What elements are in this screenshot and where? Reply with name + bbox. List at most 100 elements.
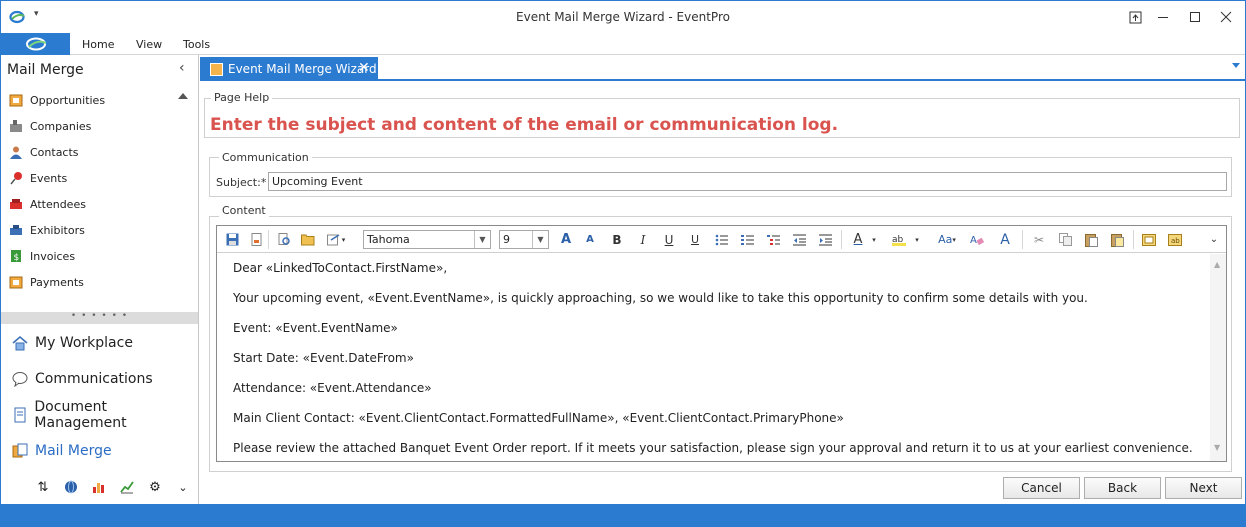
editor-body[interactable]: Dear «LinkedToContact.FirstName», Your u… <box>217 254 1209 461</box>
nav-item-label: Invoices <box>30 249 76 263</box>
toolbar-overflow-chevron-icon[interactable]: ⌄ <box>1205 231 1223 248</box>
maximize-icon[interactable] <box>1183 6 1207 28</box>
body-paragraph: Main Client Contact: «Event.ClientContac… <box>233 411 844 425</box>
opportunities-icon <box>8 92 24 108</box>
tab-list-dropdown-icon[interactable] <box>1232 63 1240 68</box>
attendees-icon <box>8 196 24 212</box>
app-window: ▾ Event Mail Merge Wizard - EventPro Hom… <box>0 0 1246 527</box>
change-case-icon[interactable]: Aa ▾ <box>933 231 961 248</box>
save-icon[interactable] <box>223 231 241 248</box>
double-underline-icon[interactable]: U <box>686 231 704 248</box>
font-color-icon[interactable]: A <box>849 231 867 248</box>
svg-text:ab: ab <box>1171 237 1180 245</box>
nav-item-contacts[interactable]: Contacts <box>8 142 79 162</box>
status-bar <box>1 504 1245 526</box>
open-folder-icon[interactable] <box>299 231 317 248</box>
insert-field-dropdown-icon[interactable]: ▾ <box>323 231 349 248</box>
print-preview-icon[interactable] <box>247 231 265 248</box>
body-paragraph: Dear «LinkedToContact.FirstName», <box>233 261 448 275</box>
next-button[interactable]: Next <box>1165 477 1242 499</box>
font-name-combo[interactable]: Tahoma ▼ <box>363 230 491 249</box>
highlight-dropdown-icon[interactable]: ▾ <box>912 231 922 248</box>
workspace-label: Communications <box>35 371 153 387</box>
back-button[interactable]: Back <box>1084 477 1161 499</box>
nav-item-exhibitors[interactable]: Exhibitors <box>8 220 85 240</box>
font-size-combo[interactable]: 9 ▼ <box>499 230 549 249</box>
shrink-font-icon[interactable]: A <box>581 231 599 248</box>
rich-text-editor: ▾ Tahoma ▼ 9 ▼ A A B I U U A ▾ ab ▾ Aa ▾… <box>216 225 1227 462</box>
invoices-icon: $ <box>8 248 24 264</box>
paste-special-icon[interactable] <box>1108 231 1126 248</box>
copy-icon[interactable] <box>1056 231 1074 248</box>
multilevel-list-icon[interactable] <box>764 231 782 248</box>
chevron-down-icon[interactable]: ▼ <box>532 231 548 248</box>
nav-item-label: Contacts <box>30 145 79 159</box>
close-icon[interactable] <box>1214 6 1238 28</box>
settings-gear-icon[interactable]: ⚙ <box>147 479 163 495</box>
workspace-label: My Workplace <box>35 335 133 351</box>
navigation-pane: Mail Merge ‹ Opportunities Companies Con… <box>1 55 199 504</box>
nav-item-companies[interactable]: Companies <box>8 116 91 136</box>
title-bar: ▾ Event Mail Merge Wizard - EventPro <box>1 1 1245 33</box>
font-dialog-icon[interactable]: A <box>996 231 1014 248</box>
wizard-tab-icon <box>210 62 223 76</box>
ribbon-tab-tools[interactable]: Tools <box>183 38 210 51</box>
paste-icon[interactable] <box>1082 231 1100 248</box>
eventpro-file-logo-icon <box>26 37 47 51</box>
workspace-mail-merge[interactable]: Mail Merge <box>11 439 112 463</box>
grow-font-icon[interactable]: A <box>557 231 575 248</box>
cut-icon[interactable]: ✂ <box>1030 231 1048 248</box>
content-group-label: Content <box>219 204 269 217</box>
restore-layout-icon[interactable] <box>1123 6 1147 28</box>
scroll-up-icon[interactable]: ▲ <box>1214 260 1220 269</box>
increase-indent-icon[interactable] <box>816 231 834 248</box>
nav-item-attendees[interactable]: Attendees <box>8 194 86 214</box>
font-color-dropdown-icon[interactable]: ▾ <box>869 231 879 248</box>
scroll-down-icon[interactable]: ▼ <box>1214 443 1220 452</box>
nav-item-label: Payments <box>30 275 84 289</box>
minimize-icon[interactable] <box>1151 6 1175 28</box>
collapse-pane-chevron-icon[interactable]: ‹ <box>179 60 185 76</box>
toolbar-separator <box>1133 230 1134 249</box>
cancel-button[interactable]: Cancel <box>1003 477 1080 499</box>
editor-toolbar: ▾ Tahoma ▼ 9 ▼ A A B I U U A ▾ ab ▾ Aa ▾… <box>217 226 1226 253</box>
tab-event-mail-merge-wizard[interactable]: Event Mail Merge Wizard ✕ <box>200 57 378 81</box>
page-help-text: Enter the subject and content of the ema… <box>210 115 839 135</box>
close-tab-icon[interactable]: ✕ <box>358 60 370 76</box>
editor-vertical-scrollbar[interactable]: ▲ ▼ <box>1210 254 1226 461</box>
insert-merge-field-icon[interactable] <box>1140 231 1158 248</box>
underline-icon[interactable]: U <box>660 231 678 248</box>
show-field-codes-icon[interactable]: ab <box>1166 231 1184 248</box>
transfer-arrows-icon[interactable]: ⇅ <box>35 479 51 495</box>
italic-icon[interactable]: I <box>634 231 652 248</box>
nav-item-opportunities[interactable]: Opportunities <box>8 90 105 110</box>
ribbon-tab-home[interactable]: Home <box>82 38 114 51</box>
numbered-list-icon[interactable] <box>738 231 756 248</box>
nav-item-label: Companies <box>30 119 92 133</box>
font-size-value: 9 <box>503 233 510 246</box>
highlight-icon[interactable]: ab <box>890 231 908 248</box>
bullet-list-icon[interactable] <box>712 231 730 248</box>
nav-pane-splitter[interactable]: • • • • • • <box>1 312 198 324</box>
subject-input[interactable]: Upcoming Event <box>268 172 1227 191</box>
find-icon[interactable] <box>275 231 293 248</box>
bold-icon[interactable]: B <box>608 231 626 248</box>
body-paragraph: Start Date: «Event.DateFrom» <box>233 351 414 365</box>
more-chevron-down-icon[interactable]: ⌄ <box>175 479 191 495</box>
globe-icon[interactable] <box>63 479 79 495</box>
nav-item-payments[interactable]: Payments <box>8 272 84 292</box>
chevron-down-icon[interactable]: ▼ <box>474 231 490 248</box>
workspace-document-management[interactable]: Document Management <box>11 399 198 431</box>
body-paragraph: Attendance: «Event.Attendance» <box>233 381 432 395</box>
file-menu-button[interactable] <box>1 33 70 55</box>
workspace-my-workplace[interactable]: My Workplace <box>11 331 133 355</box>
nav-scroll-up-icon[interactable] <box>178 93 188 99</box>
line-chart-icon[interactable] <box>119 479 135 495</box>
decrease-indent-icon[interactable] <box>790 231 808 248</box>
bar-chart-icon[interactable] <box>91 479 107 495</box>
workspace-communications[interactable]: Communications <box>11 367 153 391</box>
nav-item-events[interactable]: Events <box>8 168 67 188</box>
clear-formatting-icon[interactable]: A <box>968 231 986 248</box>
nav-item-invoices[interactable]: $ Invoices <box>8 246 75 266</box>
ribbon-tab-view[interactable]: View <box>136 38 162 51</box>
